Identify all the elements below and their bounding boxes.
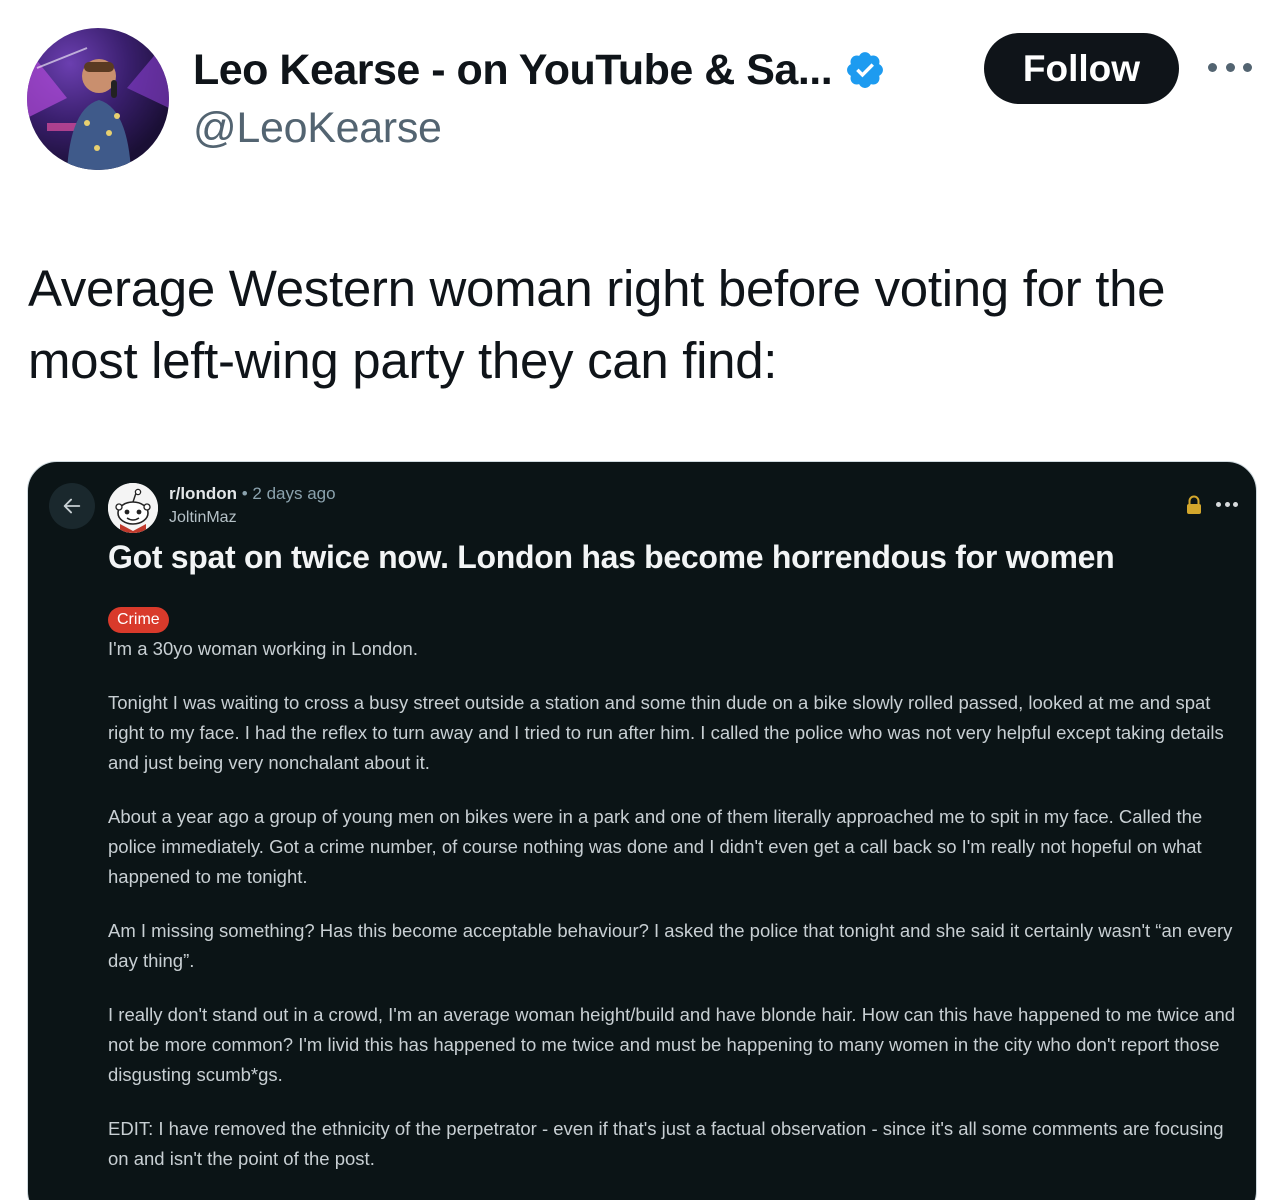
flair-badge[interactable]: Crime bbox=[108, 607, 169, 633]
post-author[interactable]: JoltinMaz bbox=[169, 509, 237, 527]
subreddit-meta: r/london • 2 days ago bbox=[169, 484, 336, 504]
post-more-icon[interactable] bbox=[1216, 502, 1238, 508]
display-name[interactable]: Leo Kearse - on YouTube & Sa... bbox=[193, 46, 833, 95]
follow-button[interactable]: Follow bbox=[984, 33, 1179, 104]
arrow-left-icon[interactable] bbox=[49, 483, 95, 529]
subreddit-name[interactable]: r/london bbox=[169, 484, 237, 503]
author-name-row: Leo Kearse - on YouTube & Sa... bbox=[193, 44, 886, 96]
post-title[interactable]: Got spat on twice now. London has become… bbox=[108, 539, 1238, 576]
post-time: 2 days ago bbox=[252, 484, 336, 503]
more-horizontal-icon[interactable] bbox=[1204, 52, 1256, 82]
tweet-text: Average Western woman right before votin… bbox=[28, 260, 1166, 389]
post-paragraph: I'm a 30yo woman working in London. bbox=[108, 638, 418, 659]
post-paragraph: EDIT: I have removed the ethnicity of th… bbox=[108, 1118, 1224, 1169]
verified-badge-icon[interactable] bbox=[844, 49, 886, 91]
post-body: I'm a 30yo woman working in London. Toni… bbox=[108, 634, 1243, 1198]
post-paragraph: Am I missing something? Has this become … bbox=[108, 920, 1233, 971]
post-paragraph: Tonight I was waiting to cross a busy st… bbox=[108, 692, 1224, 773]
reddit-snoo-icon[interactable] bbox=[108, 483, 158, 533]
attached-image[interactable]: r/london • 2 days ago JoltinMaz Got spat… bbox=[27, 461, 1257, 1200]
post-paragraph: About a year ago a group of young men on… bbox=[108, 806, 1203, 887]
post-paragraph: I really don't stand out in a crowd, I'm… bbox=[108, 1004, 1236, 1085]
lock-icon bbox=[1185, 495, 1203, 515]
meta-separator: • bbox=[241, 484, 248, 503]
profile-avatar[interactable] bbox=[27, 28, 169, 170]
user-handle[interactable]: @LeoKearse bbox=[193, 104, 442, 153]
